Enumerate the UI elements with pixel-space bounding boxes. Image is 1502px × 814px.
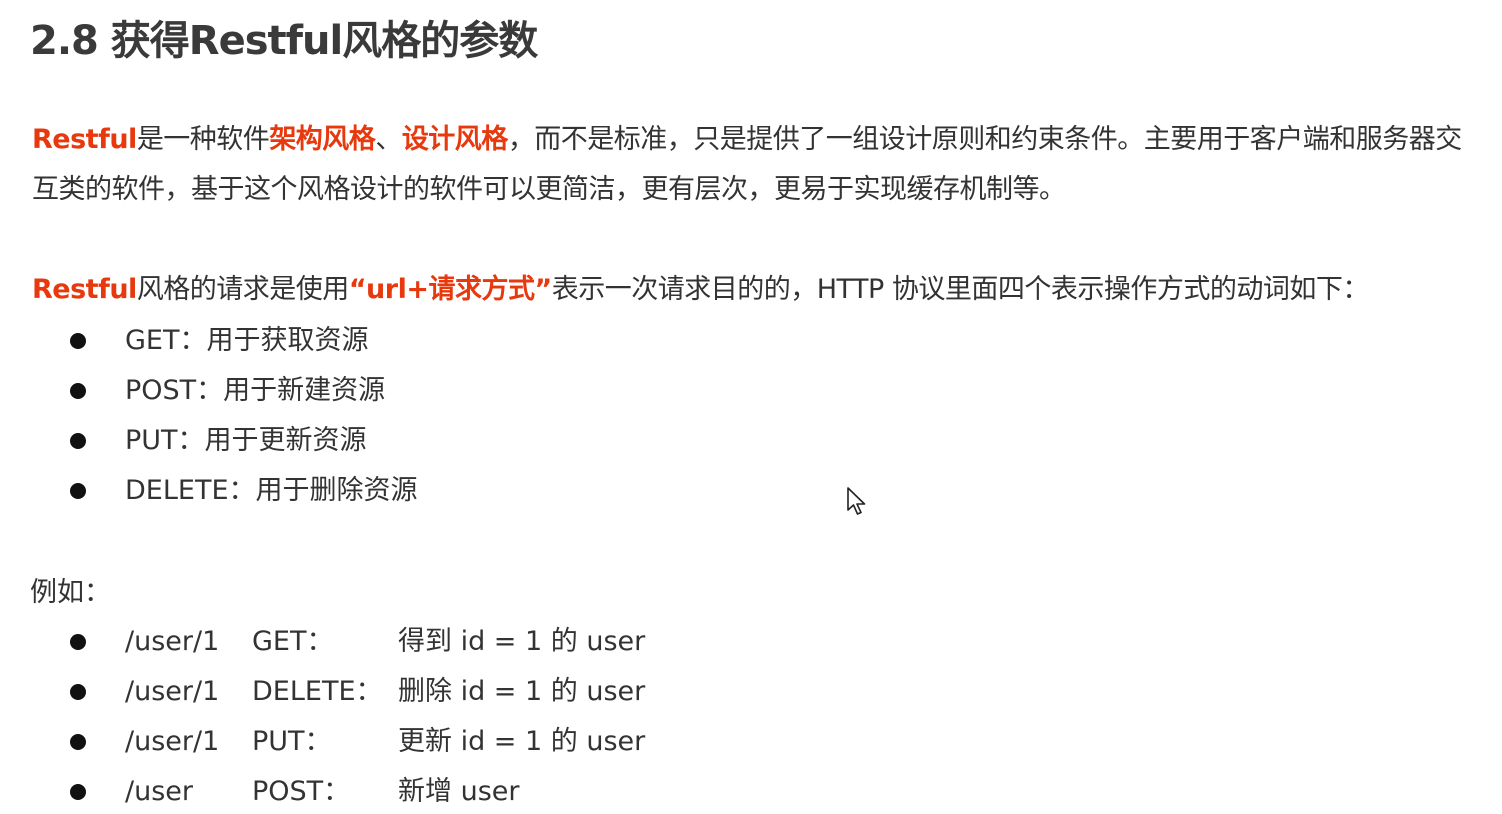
- restful-text-1: 风格的请求是使用: [136, 274, 350, 305]
- bullet-dot-icon: [70, 784, 86, 800]
- restful-term: Restful: [32, 274, 137, 305]
- example-method: GET：: [252, 626, 334, 657]
- method-put-text: PUT：用于更新资源: [125, 425, 367, 456]
- example-description: 得到 id = 1 的 user: [398, 626, 646, 657]
- restful-request-paragraph: Restful风格的请求是使用“url+请求方式”表示一次请求目的的，HTTP …: [32, 265, 1482, 315]
- intro-architecture-style: 架构风格: [269, 124, 376, 155]
- bullet-dot-icon: [70, 333, 86, 349]
- example-url: /user/1: [125, 676, 220, 707]
- example-method: POST：: [252, 776, 351, 807]
- method-post-text: POST：用于新建资源: [125, 375, 386, 406]
- page-title: 2.8 获得Restful风格的参数: [30, 18, 538, 64]
- example-url: /user: [125, 776, 193, 807]
- bullet-dot-icon: [70, 684, 86, 700]
- restful-text-2: 表示一次请求目的的，HTTP 协议里面四个表示操作方式的动词如下：: [551, 274, 1370, 305]
- mouse-pointer-icon: [847, 487, 866, 515]
- bullet-dot-icon: [70, 734, 86, 750]
- bullet-dot-icon: [70, 383, 86, 399]
- example-label: 例如：: [30, 577, 111, 608]
- example-url: /user/1: [125, 726, 220, 757]
- example-description: 更新 id = 1 的 user: [398, 726, 646, 757]
- example-method: DELETE：: [252, 676, 383, 707]
- intro-text-1: 是一种软件: [136, 124, 270, 155]
- method-delete-text: DELETE：用于删除资源: [125, 475, 418, 506]
- intro-design-style: 设计风格: [401, 124, 509, 155]
- intro-restful-term: Restful: [32, 124, 137, 155]
- intro-paragraph: Restful是一种软件架构风格、设计风格，而不是标准，只是提供了一组设计原则和…: [32, 115, 1482, 215]
- bullet-dot-icon: [70, 483, 86, 499]
- example-description: 新增 user: [398, 776, 520, 807]
- example-method: PUT：: [252, 726, 332, 757]
- example-description: 删除 id = 1 的 user: [398, 676, 646, 707]
- bullet-dot-icon: [70, 634, 86, 650]
- method-get-text: GET：用于获取资源: [125, 325, 369, 356]
- bullet-dot-icon: [70, 433, 86, 449]
- example-url: /user/1: [125, 626, 220, 657]
- url-request-method-term: “url+请求方式”: [348, 274, 552, 305]
- intro-separator: 、: [375, 124, 402, 155]
